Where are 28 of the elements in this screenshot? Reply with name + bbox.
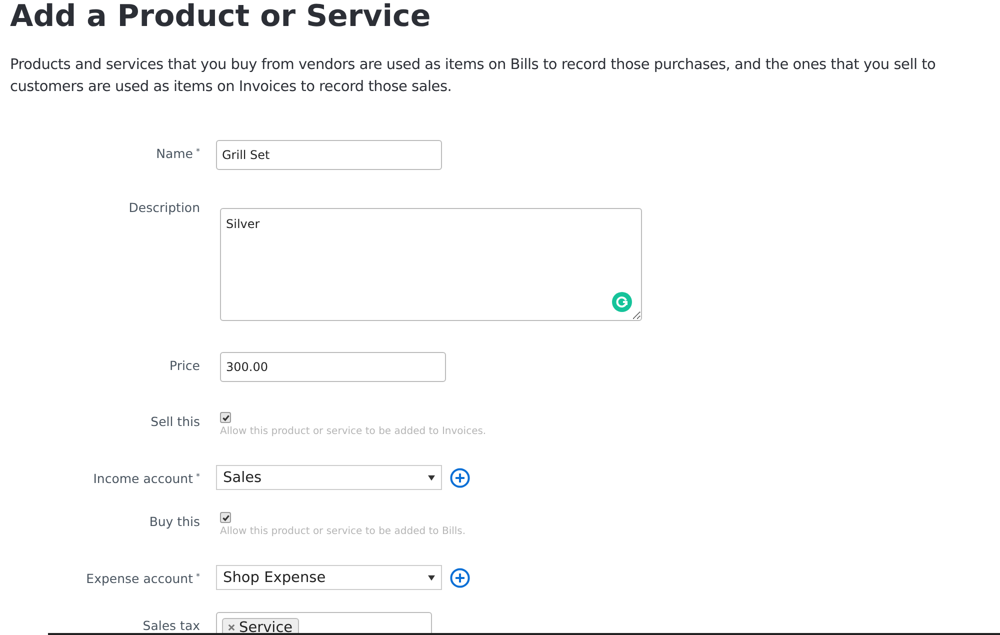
required-mark: * [196, 571, 200, 583]
description-field[interactable]: Silver [220, 208, 642, 321]
add-circle-icon[interactable] [450, 568, 470, 588]
required-mark: * [196, 146, 200, 158]
checkbox-hint: Allow this product or service to be added to Invoices. [220, 426, 486, 437]
account-dropdown[interactable]: Sales [216, 465, 442, 490]
field-label: Income account [93, 471, 193, 486]
field-label: Name [156, 146, 193, 161]
page-title: Add a Product or Service [9, 0, 432, 34]
checkbox[interactable] [220, 412, 231, 423]
field-label: Price [170, 358, 200, 373]
field-label: Buy this [149, 514, 200, 529]
required-mark: * [196, 471, 200, 483]
field-label: Sales tax [142, 618, 200, 633]
intro-text: Products and services that you buy from vendors are used as items on Bills to record those purchases, and the ones that you sell to customers are used as items on Invoices to record those sales. [10, 56, 937, 97]
text-field[interactable]: Grill Set [216, 140, 442, 170]
add-circle-icon[interactable] [450, 468, 470, 488]
account-dropdown[interactable]: Shop Expense [216, 565, 442, 590]
grammar-check-icon[interactable] [612, 292, 632, 312]
field-label: Description [128, 200, 200, 215]
checkbox[interactable] [220, 512, 231, 523]
caret-icon [428, 474, 435, 480]
field-label: Expense account [86, 571, 193, 586]
caret-icon [428, 574, 435, 580]
field-label: Sell this [150, 414, 200, 429]
remove-icon[interactable] [228, 624, 235, 631]
checkbox-hint: Allow this product or service to be added to Bills. [220, 526, 466, 537]
text-field[interactable]: 300.00 [220, 352, 446, 382]
